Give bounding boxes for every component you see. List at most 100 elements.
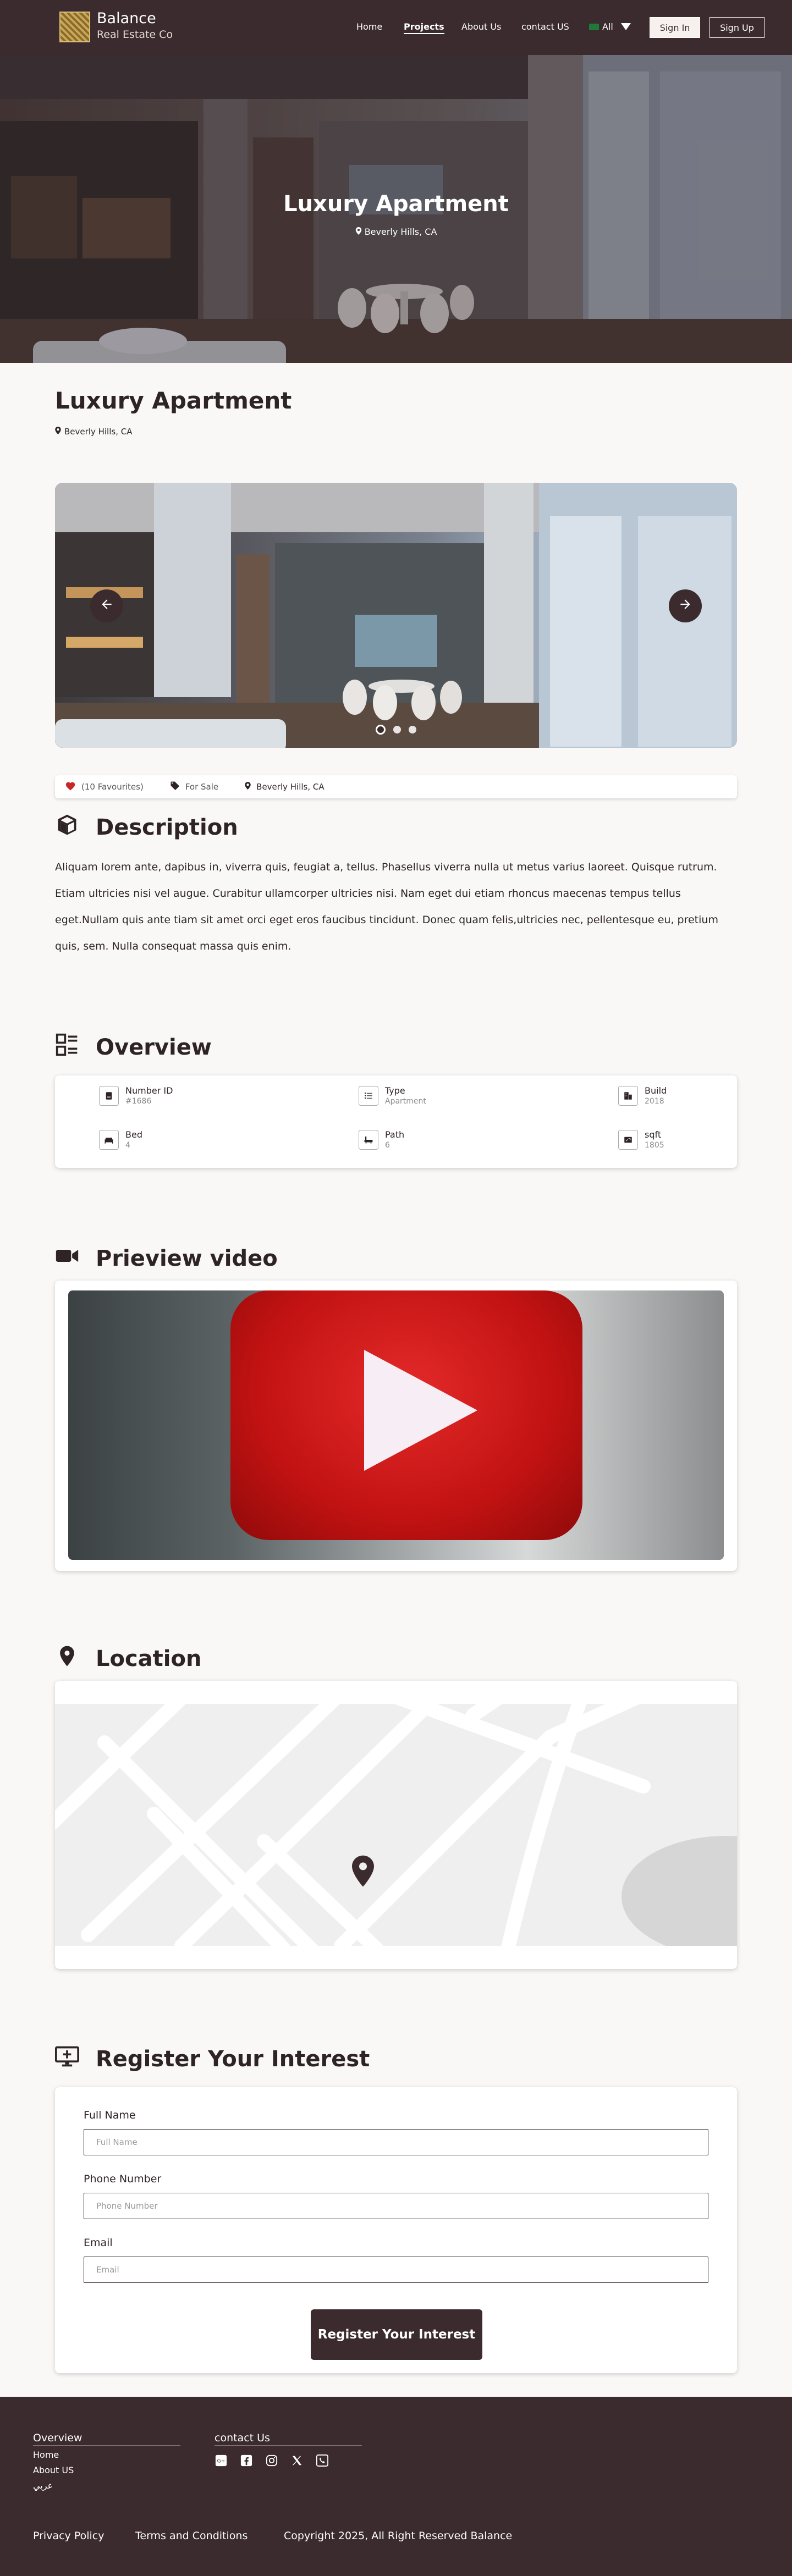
google-plus-icon[interactable]: G+ <box>215 2454 228 2467</box>
id-badge-icon <box>99 1086 119 1106</box>
arrow-right-icon <box>678 597 692 616</box>
sign-in-button[interactable]: Sign In <box>650 17 700 38</box>
nav-contact-us[interactable]: contact US <box>521 21 569 32</box>
overview-label: Type <box>385 1085 405 1096</box>
overview-value: Apartment <box>385 1097 426 1106</box>
map-pin-icon <box>245 782 251 792</box>
x-twitter-icon[interactable] <box>290 2454 304 2467</box>
sale-status-text: For Sale <box>185 782 219 792</box>
overview-path: Path 6 <box>359 1129 404 1150</box>
overview-label: Number ID <box>125 1085 173 1096</box>
meta-location: Beverly Hills, CA <box>245 782 324 792</box>
favourites[interactable]: (10 Favourites) <box>65 781 144 793</box>
tag-icon <box>170 781 180 793</box>
brand-logo[interactable] <box>59 12 90 42</box>
overview-title: Overview <box>96 1035 212 1060</box>
footer-link-arabic[interactable]: عربي <box>33 2480 53 2491</box>
hero-location: Beverly Hills, CA <box>0 227 792 237</box>
overview-card: Number ID #1686 Type Apartment Build 2018 B… <box>55 1075 737 1168</box>
cube-icon <box>55 813 79 842</box>
nav-projects[interactable]: Projects <box>404 21 444 34</box>
nav-about-us[interactable]: About Us <box>461 21 501 32</box>
phone-number-input[interactable] <box>84 2193 708 2219</box>
heart-icon[interactable] <box>65 781 76 793</box>
bed-icon <box>99 1130 119 1150</box>
video-camera-icon <box>55 1244 79 1273</box>
overview-sqft: sqft 1805 <box>618 1129 664 1150</box>
overview-value: #1686 <box>125 1097 152 1106</box>
map-pin-icon <box>55 427 61 437</box>
list-icon <box>55 1033 79 1062</box>
phone-number-label: Phone Number <box>84 2173 162 2185</box>
sale-status: For Sale <box>170 781 218 793</box>
brand[interactable]: Balance Real Estate Co <box>97 10 173 42</box>
language-dropdown[interactable]: All <box>589 21 631 32</box>
arrow-left-icon <box>100 597 114 616</box>
bathtub-icon <box>359 1130 378 1150</box>
email-label: Email <box>84 2237 113 2249</box>
copyright-text: Copyright 2025, All Right Reserved Balan… <box>284 2530 513 2542</box>
phone-icon[interactable] <box>316 2454 329 2467</box>
meta-location-text: Beverly Hills, CA <box>256 782 324 792</box>
overview-value: 2018 <box>645 1097 664 1106</box>
footer-link-about[interactable]: About US <box>33 2465 74 2475</box>
property-meta-bar: (10 Favourites) For Sale Beverly Hills, … <box>55 775 737 798</box>
hero-location-text: Beverly Hills, CA <box>364 227 437 237</box>
map-marker-icon[interactable] <box>352 1855 374 1889</box>
video-heading: Prieview video <box>55 1244 278 1273</box>
overview-number-id: Number ID #1686 <box>99 1085 173 1106</box>
register-title: Register Your Interest <box>96 2047 370 2072</box>
footer-overview-title: Overview <box>33 2432 180 2446</box>
carousel-dot[interactable] <box>393 726 401 733</box>
footer-link-home[interactable]: Home <box>33 2450 59 2460</box>
register-heading: Register Your Interest <box>55 2044 370 2074</box>
property-location: Beverly Hills, CA <box>55 427 132 437</box>
area-icon <box>618 1130 638 1150</box>
overview-value: 4 <box>125 1141 130 1150</box>
carousel-dot[interactable] <box>376 725 386 735</box>
footer-contact-title: contact Us <box>215 2432 362 2446</box>
instagram-icon[interactable] <box>265 2454 278 2467</box>
navbar: Balance Real Estate Co Home Projects Abo… <box>0 0 792 55</box>
overview-type: Type Apartment <box>359 1085 426 1106</box>
overview-bed: Bed 4 <box>99 1129 142 1150</box>
property-title: Luxury Apartment <box>55 387 292 414</box>
overview-label: Bed <box>125 1129 142 1140</box>
overview-build: Build 2018 <box>618 1085 667 1106</box>
privacy-policy-link[interactable]: Privacy Policy <box>33 2530 104 2542</box>
register-form: Full Name Phone Number Email Register Yo… <box>55 2087 737 2373</box>
carousel-prev-button[interactable] <box>90 589 123 622</box>
language-label: All <box>602 21 613 32</box>
carousel-dots <box>55 725 737 735</box>
sign-up-button[interactable]: Sign Up <box>710 17 765 38</box>
overview-value: 1805 <box>645 1141 664 1150</box>
location-title: Location <box>96 1646 202 1672</box>
carousel-dot[interactable] <box>409 726 416 733</box>
video-player[interactable] <box>68 1290 724 1560</box>
play-icon[interactable] <box>364 1350 477 1471</box>
property-location-text: Beverly Hills, CA <box>64 427 133 437</box>
map-card <box>55 1681 737 1969</box>
image-carousel[interactable] <box>55 483 737 748</box>
description-heading: Description <box>55 813 238 842</box>
email-input[interactable] <box>84 2257 708 2283</box>
facebook-icon[interactable] <box>240 2454 253 2467</box>
register-button[interactable]: Register Your Interest <box>311 2309 482 2360</box>
footer: Overview Home About US عربي contact Us G… <box>0 2397 792 2576</box>
description-text: Aliquam lorem ante, dapibus in, viverra … <box>55 861 718 952</box>
full-name-input[interactable] <box>84 2129 708 2155</box>
caret-down-icon <box>620 23 631 30</box>
social-links: G+ <box>215 2454 329 2467</box>
overview-label: sqft <box>645 1129 662 1140</box>
overview-label: Build <box>645 1085 667 1096</box>
location-heading: Location <box>55 1644 201 1674</box>
favourites-count: (10 Favourites) <box>81 782 144 792</box>
list-icon <box>359 1086 378 1106</box>
brand-subtitle: Real Estate Co <box>97 29 173 41</box>
carousel-image <box>55 483 737 748</box>
terms-link[interactable]: Terms and Conditions <box>135 2530 248 2542</box>
map-view[interactable] <box>55 1704 737 1946</box>
nav-home[interactable]: Home <box>356 21 382 32</box>
overview-value: 6 <box>385 1141 390 1150</box>
carousel-next-button[interactable] <box>669 589 702 622</box>
